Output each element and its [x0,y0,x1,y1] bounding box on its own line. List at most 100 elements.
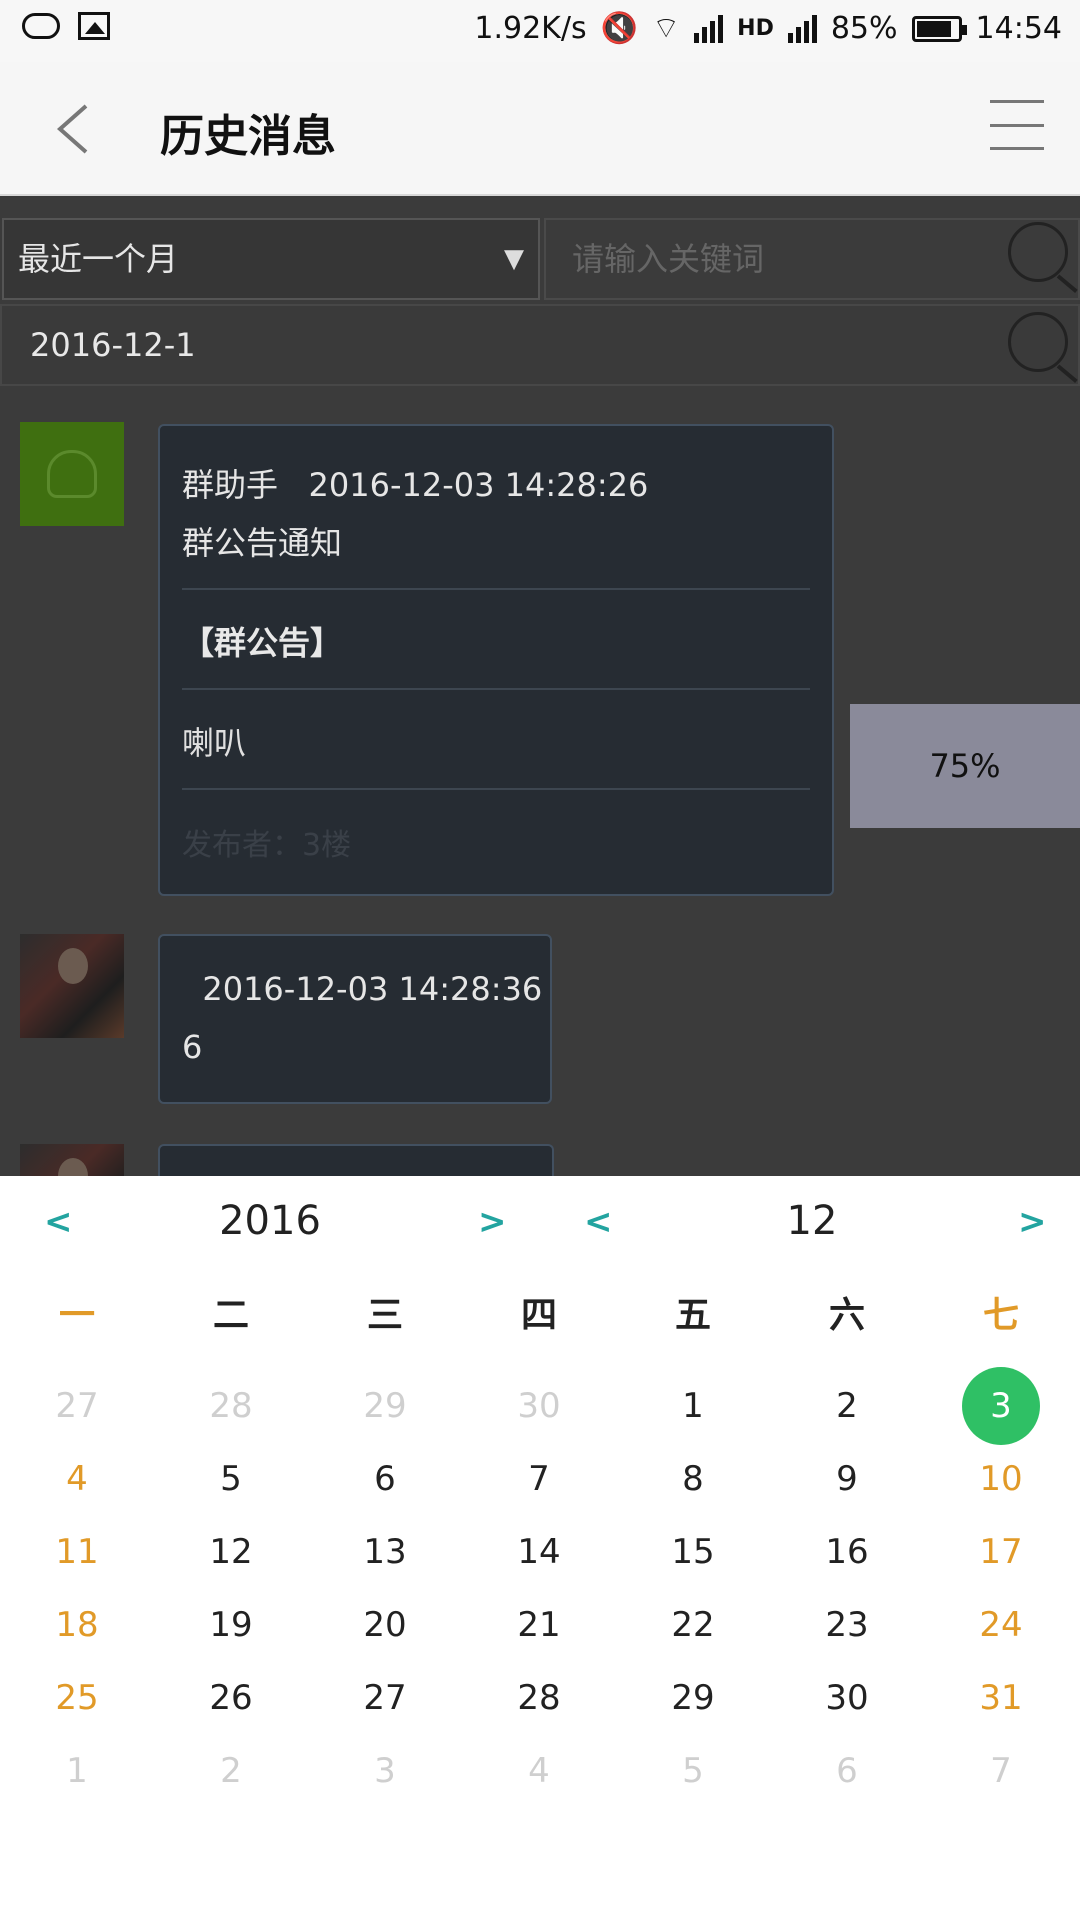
day-cell[interactable]: 2 [154,1731,308,1811]
prev-month-button[interactable]: < [584,1202,613,1242]
wifi-icon: ⌔ [651,11,681,46]
day-cell[interactable]: 30 [770,1658,924,1738]
day-cell[interactable]: 29 [308,1366,462,1446]
day-cell[interactable]: 28 [154,1366,308,1446]
day-number: 13 [363,1532,407,1572]
message-header: 2016-12-03 14:28:36 [182,970,542,1008]
day-cell[interactable]: 24 [924,1585,1078,1665]
divider [182,588,810,590]
day-cell[interactable]: 23 [770,1585,924,1665]
day-cell[interactable]: 6 [308,1439,462,1519]
message-sender: 群助手 [182,466,279,504]
next-year-button[interactable]: > [478,1202,507,1242]
date-filter[interactable]: 2016-12-1 [0,304,1080,386]
day-number: 12 [209,1532,253,1572]
day-number: 19 [209,1605,253,1645]
day-cell[interactable]: 15 [616,1512,770,1592]
notice-footer: 发布者：3楼 [182,828,352,863]
menu-icon[interactable] [990,100,1044,150]
day-cell[interactable]: 26 [154,1658,308,1738]
year-label: 2016 [219,1198,321,1244]
day-cell[interactable]: 7 [924,1731,1078,1811]
day-cell[interactable]: 30 [462,1366,616,1446]
cloud-icon [22,13,60,39]
day-cell[interactable]: 31 [924,1658,1078,1738]
weekday-header: 一二三四五六七 [0,1286,1080,1356]
day-cell[interactable]: 22 [616,1585,770,1665]
dropdown-arrow-icon: ▼ [504,244,524,274]
divider [182,788,810,790]
day-number: 1 [66,1751,88,1791]
day-number: 2 [220,1751,242,1791]
day-number: 31 [979,1678,1023,1718]
day-cell[interactable]: 9 [770,1439,924,1519]
day-cell[interactable]: 20 [308,1585,462,1665]
hd-badge: HD [737,16,774,41]
day-cell[interactable]: 5 [616,1731,770,1811]
message-header: 群助手 2016-12-03 14:28:26 [182,460,648,506]
day-number: 28 [209,1386,253,1426]
day-number: 7 [528,1459,550,1499]
message-bubble[interactable] [158,1144,554,1176]
day-number: 7 [990,1751,1012,1791]
mute-icon: 🔇 [600,11,638,46]
day-cell[interactable]: 17 [924,1512,1078,1592]
progress-toast: 75% [850,704,1080,828]
prev-year-button[interactable]: < [44,1202,73,1242]
day-cell[interactable]: 1 [616,1366,770,1446]
next-month-button[interactable]: > [1018,1202,1047,1242]
day-cell[interactable]: 4 [0,1439,154,1519]
day-cell[interactable]: 27 [308,1658,462,1738]
day-cell[interactable]: 2 [770,1366,924,1446]
day-cell[interactable]: 14 [462,1512,616,1592]
clock: 14:54 [975,11,1062,46]
day-cell[interactable]: 6 [770,1731,924,1811]
back-icon[interactable] [52,102,102,156]
day-cell[interactable]: 16 [770,1512,924,1592]
day-cell[interactable]: 7 [462,1439,616,1519]
day-cell[interactable]: 18 [0,1585,154,1665]
keyword-input[interactable]: 请输入关键词 [544,218,1080,300]
weekday-label: 七 [982,1295,1019,1336]
day-cell[interactable]: 12 [154,1512,308,1592]
day-cell[interactable]: 21 [462,1585,616,1665]
network-speed: 1.92K/s [474,11,587,46]
day-number: 8 [682,1459,704,1499]
day-number: 5 [682,1751,704,1791]
search-icon[interactable] [1008,222,1078,293]
day-number: 2 [836,1386,858,1426]
message-bubble[interactable]: 群助手 2016-12-03 14:28:26 群公告通知 【群公告】 喇叭 发… [158,424,834,896]
day-cell[interactable]: 25 [0,1658,154,1738]
day-cell[interactable]: 1 [0,1731,154,1811]
day-cell[interactable]: 4 [462,1731,616,1811]
day-cell[interactable]: 19 [154,1585,308,1665]
day-cell[interactable]: 27 [0,1366,154,1446]
day-cell-selected[interactable]: 3 [924,1366,1078,1446]
day-number: 28 [517,1678,561,1718]
day-cell[interactable]: 29 [616,1658,770,1738]
day-cell[interactable]: 28 [462,1658,616,1738]
day-number: 25 [55,1678,99,1718]
day-cell[interactable]: 8 [616,1439,770,1519]
day-number: 15 [671,1532,715,1572]
range-select[interactable]: 最近一个月 ▼ [2,218,540,300]
day-number: 3 [374,1751,396,1791]
message-bubble[interactable]: 2016-12-03 14:28:36 6 [158,934,552,1104]
user-avatar[interactable] [20,1144,124,1176]
group-assistant-avatar[interactable] [20,422,124,526]
day-cell[interactable]: 11 [0,1512,154,1592]
image-icon [78,12,110,40]
day-number: 6 [374,1459,396,1499]
user-avatar[interactable] [20,934,124,1038]
date-search-icon[interactable] [1008,312,1078,383]
day-number: 4 [528,1751,550,1791]
day-number: 4 [66,1459,88,1499]
day-number: 17 [979,1532,1023,1572]
day-number: 3 [990,1386,1012,1426]
day-cell[interactable]: 13 [308,1512,462,1592]
day-cell[interactable]: 10 [924,1439,1078,1519]
day-cell[interactable]: 3 [308,1731,462,1811]
day-cell[interactable]: 5 [154,1439,308,1519]
message-time: 2016-12-03 14:28:36 [202,970,543,1008]
date-value: 2016-12-1 [30,326,196,364]
